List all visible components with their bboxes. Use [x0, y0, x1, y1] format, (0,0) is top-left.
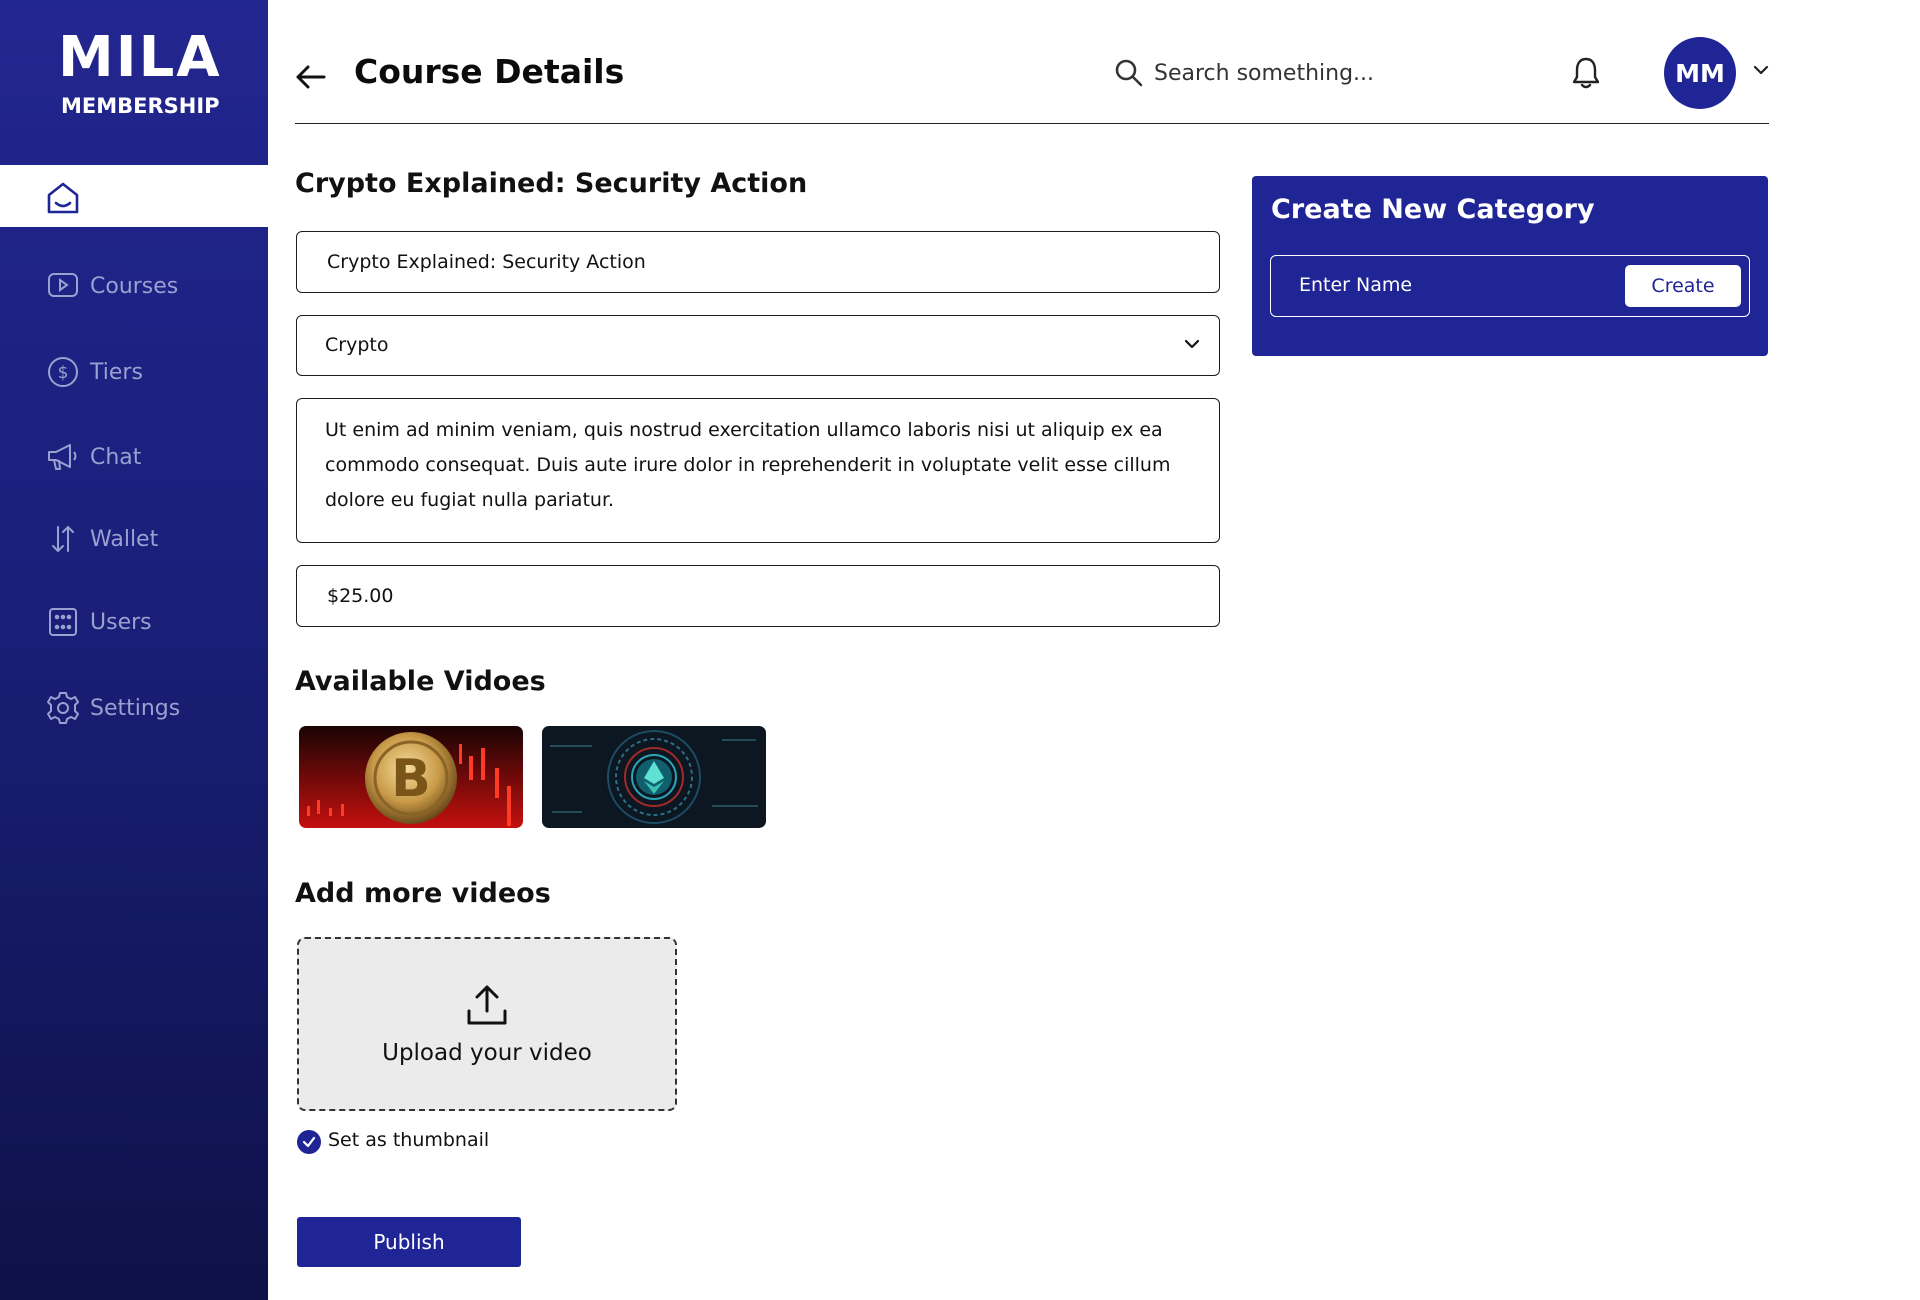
megaphone-icon [46, 440, 80, 474]
price-input[interactable] [325, 584, 1189, 608]
thumbnail-checkbox-label: Set as thumbnail [328, 1129, 490, 1151]
bell-icon[interactable] [1570, 56, 1602, 90]
add-videos-heading: Add more videos [295, 878, 551, 909]
sidebar-item-label: Tiers [90, 359, 143, 385]
users-grid-icon [46, 605, 80, 639]
page-title: Course Details [354, 52, 625, 91]
create-category-button[interactable]: Create [1625, 265, 1741, 307]
sidebar-item-users[interactable]: Users [46, 602, 152, 642]
video-thumbnail-bitcoin[interactable]: B [299, 726, 523, 828]
description-text: Ut enim ad minim veniam, quis nostrud ex… [325, 419, 1171, 511]
description-field[interactable]: Ut enim ad minim veniam, quis nostrud ex… [296, 398, 1220, 543]
logo-text: MILA [58, 25, 222, 90]
gear-icon [46, 691, 80, 725]
search-input[interactable] [1152, 52, 1456, 94]
upload-icon [467, 985, 507, 1025]
search-icon [1115, 59, 1143, 87]
category-selected-value: Crypto [325, 334, 389, 356]
sidebar-item-label: Wallet [90, 526, 159, 552]
sidebar-item-tiers[interactable]: $ Tiers [46, 352, 143, 392]
play-icon [46, 269, 80, 303]
chevron-down-icon [1184, 339, 1200, 349]
svg-text:$: $ [58, 363, 69, 383]
sidebar-item-label: Settings [90, 695, 181, 721]
thumbnail-checkbox[interactable] [297, 1130, 321, 1154]
create-category-title: Create New Category [1271, 194, 1595, 225]
transfer-arrows-icon [46, 522, 80, 556]
back-arrow-icon[interactable] [294, 60, 328, 94]
avatar[interactable]: MM [1664, 37, 1736, 109]
create-category-panel: Create New Category Create [1252, 176, 1768, 356]
sidebar-item-home[interactable] [0, 165, 268, 227]
available-videos-heading: Available Vidoes [295, 666, 546, 697]
publish-button[interactable]: Publish [297, 1217, 521, 1267]
sidebar-item-label: Chat [90, 444, 142, 470]
price-field[interactable] [296, 565, 1220, 627]
home-icon [47, 182, 79, 214]
upload-dropzone[interactable]: Upload your video [297, 937, 677, 1111]
course-title-field[interactable] [296, 231, 1220, 293]
category-name-input[interactable] [1297, 273, 1601, 297]
ethereum-image [542, 726, 766, 828]
upload-label: Upload your video [382, 1040, 592, 1066]
svg-text:B: B [391, 749, 431, 809]
course-title-input[interactable] [325, 250, 1189, 274]
sidebar-item-settings[interactable]: Settings [46, 688, 180, 728]
sidebar: MILA MEMBERSHIP Courses $ Tiers Chat Wal… [0, 0, 268, 1300]
video-thumbnail-ethereum[interactable] [542, 726, 766, 828]
sidebar-item-label: Courses [90, 273, 179, 299]
brand-logo[interactable]: MILA MEMBERSHIP [58, 30, 220, 122]
chevron-down-icon[interactable] [1752, 64, 1770, 76]
bitcoin-image: B [299, 726, 523, 828]
course-heading: Crypto Explained: Security Action [295, 168, 808, 199]
sidebar-item-label: Users [90, 609, 152, 635]
category-select[interactable]: Crypto [296, 315, 1220, 376]
header-divider [295, 123, 1769, 124]
check-icon [302, 1136, 316, 1148]
category-name-field[interactable]: Create [1270, 255, 1750, 317]
logo-subtext: MEMBERSHIP [61, 94, 220, 118]
sidebar-item-chat[interactable]: Chat [46, 437, 141, 477]
dollar-circle-icon: $ [46, 355, 80, 389]
sidebar-item-courses[interactable]: Courses [46, 266, 178, 306]
sidebar-item-wallet[interactable]: Wallet [46, 519, 158, 559]
